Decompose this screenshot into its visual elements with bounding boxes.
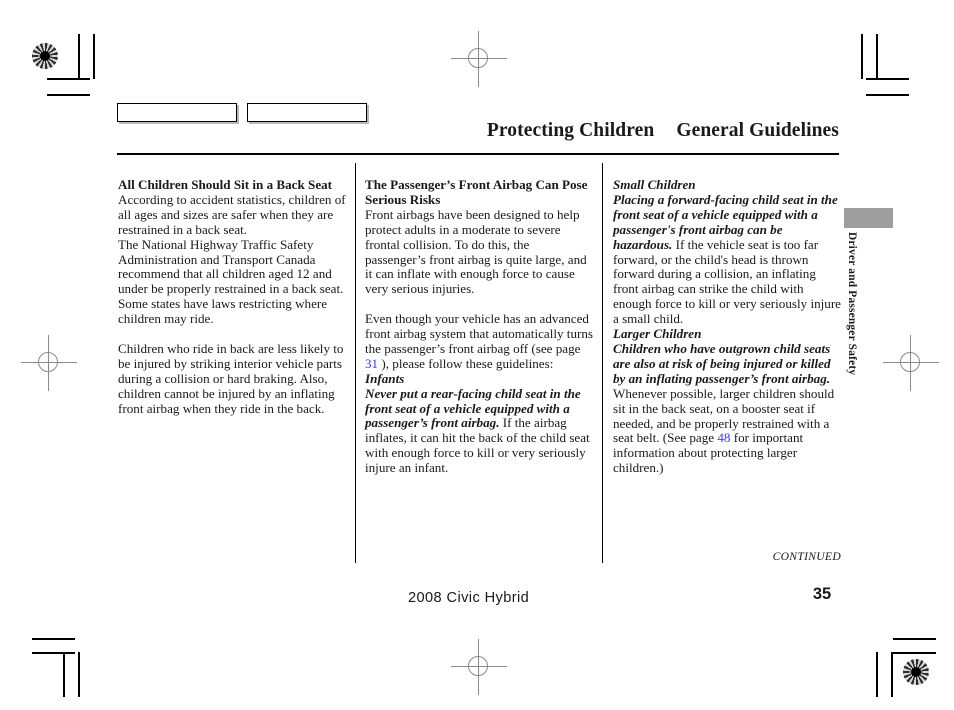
crop-mark-top-right-horizontal: [866, 78, 909, 80]
registration-crosshair-top-center: [451, 31, 507, 87]
column-two: The Passenger’s Front Airbag Can Pose Se…: [365, 177, 593, 476]
crop-mark-bottom-right-horizontal-2: [893, 652, 936, 654]
crop-mark-top-right-vertical: [861, 34, 863, 79]
paragraph-back-seat-benefits: Children who ride in back are less likel…: [118, 340, 344, 416]
crop-mark-top-right-horizontal-2: [866, 94, 909, 96]
paragraph-larger-children-warning: Children who have outgrown child seats a…: [613, 340, 841, 476]
manual-page-scan: { "header": { "title": "Protecting Child…: [0, 0, 954, 710]
page-subtitle: General Guidelines: [676, 120, 839, 141]
crop-mark-bottom-left-horizontal-2: [32, 652, 75, 654]
subheading-infants: Infants: [365, 370, 405, 386]
footer-model-name: 2008 Civic Hybrid: [408, 590, 530, 606]
heading-passenger-airbag-risks: The Passenger’s Front Airbag Can Pose Se…: [365, 177, 588, 207]
continued-label: CONTINUED: [772, 550, 841, 563]
crop-mark-bottom-right-vertical: [876, 652, 878, 697]
section-thumb-tab: [844, 208, 893, 228]
paragraph-advanced-airbag-system: Even though your vehicle has an advanced…: [365, 311, 593, 372]
registration-crosshair-bottom-center: [451, 639, 507, 695]
page-reference-link-48[interactable]: 48: [717, 430, 730, 445]
crop-mark-top-left-horizontal: [47, 78, 90, 80]
section-label-driver-passenger-safety: Driver and Passenger Safety: [846, 232, 858, 376]
text-tail: ), please follow these guidelines:: [378, 355, 554, 371]
crop-mark-bottom-left-vertical: [63, 652, 65, 697]
heading-all-children-back-seat: All Children Should Sit in a Back Seat: [118, 177, 333, 192]
crop-mark-bottom-right-horizontal: [893, 638, 936, 640]
registration-crosshair-left-center: [21, 335, 77, 391]
column-three: Small Children Placing a forward-facing …: [613, 177, 841, 476]
warning-text-outgrown-seats: Children who have outgrown child seats a…: [613, 340, 831, 386]
footer-page-number: 35: [812, 585, 832, 603]
column-divider-1: [355, 163, 356, 563]
registration-crosshair-right-center: [883, 335, 939, 391]
text-lead: Even though your vehicle has an advanced…: [365, 311, 593, 356]
crop-mark-top-right-vertical-2: [876, 34, 878, 79]
registration-target-top-left: [32, 43, 58, 69]
page-title: Protecting Children: [486, 120, 655, 141]
paragraph-infants-warning: Never put a rear-facing child seat in th…: [365, 386, 593, 476]
registration-target-bottom-right: [903, 659, 929, 685]
crop-mark-top-left-vertical: [78, 34, 80, 79]
paragraph-small-children-warning: Placing a forward-facing child seat in t…: [613, 192, 841, 327]
header-divider: [117, 153, 839, 155]
column-divider-2: [602, 163, 603, 563]
paragraph-accident-statistics: According to accident statistics, childr…: [118, 191, 346, 237]
crop-mark-bottom-right-vertical-2: [891, 652, 893, 697]
subheading-small-children: Small Children: [613, 177, 696, 192]
column-one: All Children Should Sit in a Back Seat A…: [118, 177, 346, 416]
paragraph-airbag-design: Front airbags have been designed to help…: [365, 206, 587, 297]
page-header: Protecting Children General Guidelines: [117, 120, 839, 142]
crop-mark-top-left-horizontal-2: [47, 94, 90, 96]
crop-mark-top-left-vertical-2: [93, 34, 95, 79]
crop-mark-bottom-left-horizontal: [32, 638, 75, 640]
subheading-larger-children: Larger Children: [613, 326, 702, 342]
page-reference-link-31[interactable]: 31: [365, 356, 378, 371]
paragraph-nhtsa-recommendation: The National Highway Traffic Safety Admi…: [118, 236, 344, 327]
crop-mark-bottom-left-vertical-2: [78, 652, 80, 697]
